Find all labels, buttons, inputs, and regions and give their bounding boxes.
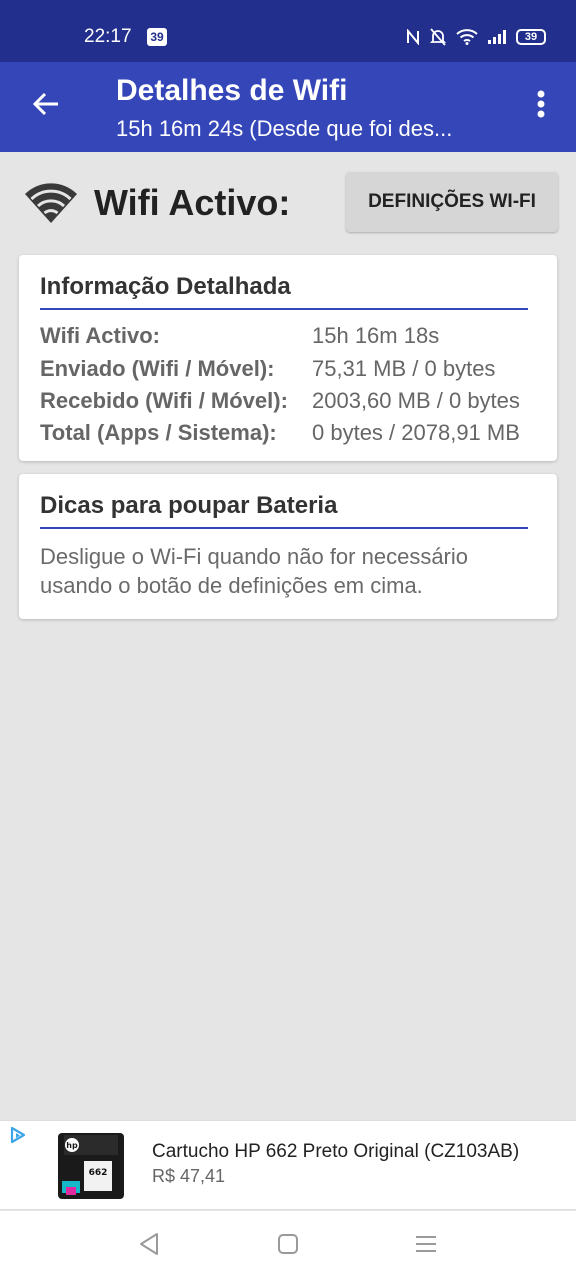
product-image[interactable]: hp 662: [58, 1131, 126, 1201]
info-row: Recebido (Wifi / Móvel): 2003,60 MB / 0 …: [40, 388, 550, 418]
page-title: Detalhes de Wifi: [116, 74, 348, 107]
overflow-menu-button[interactable]: [526, 86, 556, 126]
nfc-icon: [406, 29, 420, 45]
ad-price: R$ 47,41: [152, 1166, 226, 1186]
details-card: Informação Detalhada Wifi Activo: 15h 16…: [19, 255, 557, 461]
info-row: Total (Apps / Sistema): 0 bytes / 2078,9…: [40, 420, 550, 450]
tips-card-title: Dicas para poupar Bateria: [40, 492, 338, 519]
product-brand: hp: [66, 1141, 78, 1150]
info-label: Total (Apps / Sistema):: [40, 420, 277, 445]
details-card-divider: [40, 308, 528, 310]
product-number: 662: [89, 1168, 108, 1178]
info-row: Enviado (Wifi / Móvel): 75,31 MB / 0 byt…: [40, 356, 550, 386]
tips-card-text: Desligue o Wi-Fi quando não for necessár…: [40, 544, 469, 598]
info-value: 0 bytes / 2078,91 MB: [312, 420, 520, 445]
status-time: 22:17: [84, 26, 132, 47]
info-label: Recebido (Wifi / Móvel):: [40, 388, 288, 413]
status-icons: 39: [406, 24, 546, 50]
info-value: 2003,60 MB / 0 bytes: [312, 388, 520, 413]
back-button[interactable]: [24, 84, 68, 128]
app-bar: Detalhes de Wifi 15h 16m 24s (Desde que …: [0, 62, 576, 152]
system-nav-bar: [0, 1211, 576, 1280]
info-label: Enviado (Wifi / Móvel):: [40, 356, 275, 381]
battery-indicator: 39: [516, 29, 546, 45]
wifi-settings-button[interactable]: DEFINIÇÕES WI-FI: [346, 172, 558, 232]
info-value: 75,31 MB / 0 bytes: [312, 356, 496, 381]
wifi-icon: [24, 180, 78, 224]
tips-card: Dicas para poupar Bateria Desligue o Wi-…: [19, 474, 557, 619]
muted-bell-icon: [430, 28, 446, 46]
square-home-icon: [277, 1233, 299, 1260]
nav-home-button[interactable]: [271, 1229, 305, 1263]
wifi-status-label: Wifi Activo:: [94, 182, 291, 223]
tips-card-divider: [40, 527, 528, 529]
wifi-signal-icon: [456, 29, 478, 45]
nav-back-button[interactable]: [132, 1229, 166, 1263]
ad-banner[interactable]: hp 662 Cartucho HP 662 Preto Original (C…: [0, 1120, 576, 1210]
arrow-left-icon: [32, 92, 60, 121]
details-card-title: Informação Detalhada: [40, 273, 291, 300]
info-label: Wifi Activo:: [40, 323, 160, 348]
cell-signal-icon: [488, 30, 506, 44]
ad-choices-icon[interactable]: [8, 1125, 28, 1145]
nav-recents-button[interactable]: [409, 1229, 443, 1263]
more-vertical-icon: [537, 90, 545, 123]
info-row: Wifi Activo: 15h 16m 18s: [40, 323, 550, 353]
notification-badge: 39: [147, 28, 167, 46]
menu-lines-icon: [415, 1234, 437, 1259]
info-value: 15h 16m 18s: [312, 323, 440, 348]
ad-title[interactable]: Cartucho HP 662 Preto Original (CZ103AB): [152, 1141, 519, 1163]
triangle-back-icon: [138, 1232, 160, 1261]
status-bar: 22:17 39 39: [0, 0, 576, 62]
page-subtitle: 15h 16m 24s (Desde que foi des...: [116, 116, 453, 141]
